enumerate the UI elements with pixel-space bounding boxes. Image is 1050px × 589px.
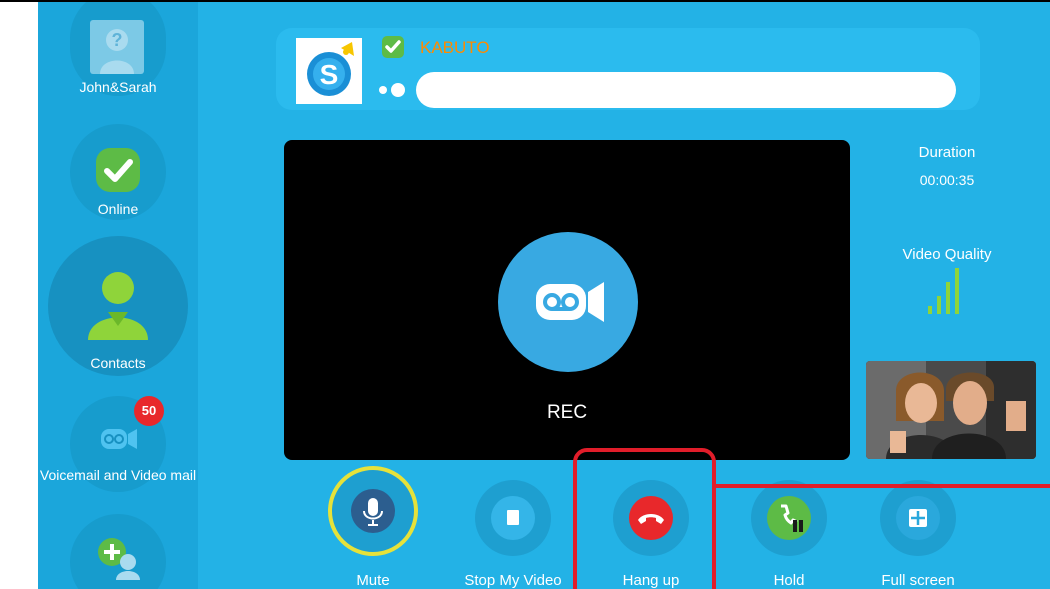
skype-logo-icon: S bbox=[296, 38, 362, 104]
contacts-person-icon bbox=[88, 272, 148, 340]
top-border bbox=[0, 0, 1050, 2]
mute-button[interactable]: Mute bbox=[318, 462, 458, 589]
sidebar: ? John&Sarah Online Contacts Voicemail a… bbox=[38, 0, 198, 589]
video-quality-label: Video Quality bbox=[902, 246, 992, 263]
record-video-icon bbox=[536, 282, 604, 322]
add-contact-icon bbox=[98, 538, 140, 580]
sidebar-item-label: John&Sarah bbox=[79, 79, 157, 95]
message-input[interactable] bbox=[416, 72, 956, 108]
sidebar-item-contacts[interactable]: Contacts bbox=[38, 236, 198, 376]
voicemail-icon bbox=[101, 429, 137, 449]
full-screen-button[interactable]: Full screen bbox=[880, 462, 1020, 589]
stop-icon bbox=[491, 496, 535, 540]
sidebar-item-label: Contacts bbox=[90, 355, 146, 371]
unknown-person-icon: ? bbox=[90, 20, 144, 74]
voicemail-count-badge: 50 bbox=[134, 396, 164, 426]
control-label: Stop My Video bbox=[464, 572, 562, 589]
svg-text:S: S bbox=[320, 59, 339, 90]
sidebar-item-john-sarah[interactable]: ? John&Sarah bbox=[38, 0, 198, 110]
microphone-icon bbox=[351, 489, 395, 533]
control-label: Full screen bbox=[881, 572, 955, 589]
online-status-icon bbox=[382, 36, 404, 58]
sidebar-item-label: Voicemail and Video mail bbox=[39, 467, 197, 483]
duration-label: Duration bbox=[918, 144, 976, 161]
online-check-icon bbox=[96, 148, 140, 192]
sidebar-item-label: Online bbox=[97, 201, 139, 217]
sidebar-item-voicemail[interactable]: Voicemail and Video mail bbox=[38, 392, 198, 502]
sidebar-item-online[interactable]: Online bbox=[38, 122, 198, 222]
self-view-video[interactable] bbox=[866, 361, 1036, 459]
caller-name: KABUTO bbox=[420, 38, 490, 57]
call-screen: ? John&Sarah Online Contacts Voicemail a… bbox=[38, 0, 1050, 589]
hold-phone-icon bbox=[767, 496, 811, 540]
hang-up-highlight-box bbox=[573, 448, 716, 589]
hold-button[interactable]: Hold bbox=[744, 462, 884, 589]
sidebar-item-add-contact[interactable] bbox=[38, 510, 198, 589]
rec-label: REC bbox=[546, 402, 588, 423]
record-button[interactable] bbox=[498, 232, 638, 372]
typing-dots-icon bbox=[379, 83, 405, 97]
control-label: Mute bbox=[356, 572, 390, 589]
svg-text:?: ? bbox=[112, 30, 123, 50]
signal-bars-icon bbox=[928, 268, 959, 314]
control-label: Hold bbox=[773, 572, 805, 589]
duration-value: 00:00:35 bbox=[919, 172, 975, 188]
full-screen-icon bbox=[896, 496, 940, 540]
callout-line bbox=[716, 484, 1050, 488]
